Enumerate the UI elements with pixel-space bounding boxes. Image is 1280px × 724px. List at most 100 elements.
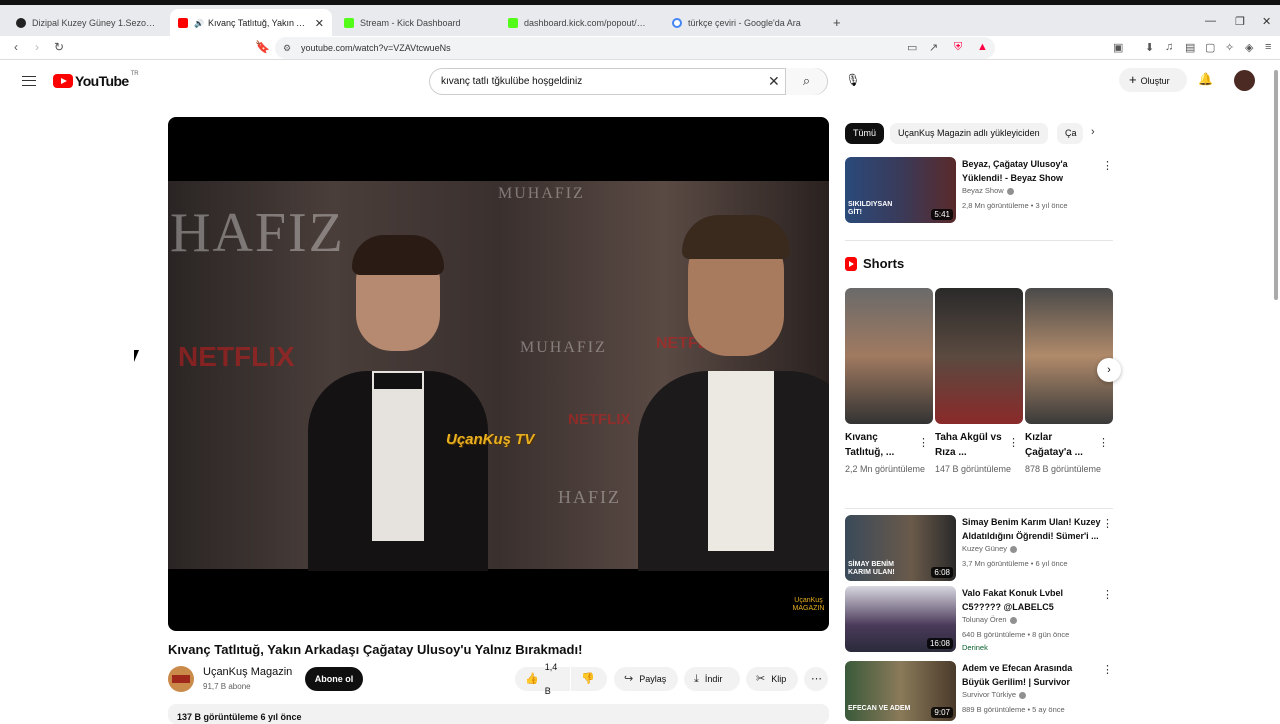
bookmark-icon[interactable]: 🔖 bbox=[255, 40, 270, 54]
browser-tab-bar: Dizipal Kuzey Güney 1.Sezon 8.Bölüm 🔊 Kı… bbox=[0, 0, 1280, 37]
thumbs-down-icon: 👎 bbox=[581, 673, 595, 685]
restore-icon[interactable]: ❐ bbox=[1235, 15, 1245, 28]
person-right bbox=[638, 201, 829, 571]
youtube-play-icon bbox=[53, 74, 73, 88]
subscribe-button[interactable]: Abone ol bbox=[305, 667, 363, 691]
related-video[interactable]: 16:08 Valo Fakat Konuk Lvbel C5????? @LA… bbox=[845, 586, 1115, 652]
site-info-icon[interactable]: ⚙ bbox=[283, 37, 291, 59]
download-icon: ⤓ bbox=[694, 673, 699, 685]
download-button[interactable]: ⤓ İndir bbox=[684, 667, 740, 691]
sidebar-toggle-icon[interactable]: ▣ bbox=[1113, 41, 1123, 54]
share-icon[interactable]: ↗ bbox=[929, 41, 938, 54]
kick-favicon-icon bbox=[344, 18, 354, 28]
channel-name[interactable]: Beyaz Show bbox=[962, 186, 1014, 195]
more-options-icon[interactable]: ⋮ bbox=[1098, 436, 1109, 449]
notifications-bell-icon[interactable]: 🔔 bbox=[1198, 72, 1213, 86]
channel-avatar[interactable] bbox=[168, 666, 194, 692]
vpn-icon[interactable]: ◈ bbox=[1245, 41, 1253, 54]
search-button[interactable]: ⌕ bbox=[785, 68, 827, 95]
channel-name[interactable]: Kuzey Güney bbox=[962, 544, 1018, 553]
wallet-icon[interactable]: ▢ bbox=[1205, 41, 1215, 54]
more-actions-button[interactable]: ⋯ bbox=[804, 667, 828, 691]
chevron-right-icon[interactable]: › bbox=[1091, 126, 1095, 138]
new-tab-icon[interactable]: + bbox=[833, 15, 841, 30]
browser-tab-active[interactable]: 🔊 Kıvanç Tatlıtuğ, Yakın Arkadaşı ✕ bbox=[170, 9, 332, 37]
video-thumbnail[interactable]: 16:08 bbox=[845, 586, 956, 652]
browser-tab[interactable]: Dizipal Kuzey Güney 1.Sezon 8.Bölüm bbox=[8, 9, 166, 37]
video-thumbnail[interactable]: SİMAY BENİM KARIM ULAN! 6:08 bbox=[845, 515, 956, 581]
account-avatar[interactable] bbox=[1234, 70, 1255, 91]
divider bbox=[845, 240, 1113, 241]
search-input[interactable]: kıvanç tatlı tğkulübe hoşgeldiniz ✕ ⌕ bbox=[429, 68, 828, 95]
minimize-icon[interactable]: — bbox=[1205, 15, 1216, 27]
related-video[interactable]: SİMAY BENİM KARIM ULAN! 6:08 Simay Benim… bbox=[845, 515, 1115, 581]
address-bar-row: ‹ › ↻ 🔖 ⚙ youtube.com/watch?v=VZAVtcwueN… bbox=[0, 36, 1280, 60]
site-favicon-icon bbox=[16, 18, 26, 28]
downloads-icon[interactable]: ⬇ bbox=[1145, 41, 1154, 54]
window-close-icon[interactable]: ✕ bbox=[1262, 15, 1271, 28]
shorts-logo-icon bbox=[845, 256, 857, 271]
clear-search-icon[interactable]: ✕ bbox=[768, 69, 780, 94]
shorts-next-icon[interactable]: › bbox=[1097, 358, 1121, 382]
backdrop-text: NETFLIX bbox=[568, 411, 631, 428]
channel-name[interactable]: Tolunay Ören bbox=[962, 615, 1017, 624]
browser-tab[interactable]: dashboard.kick.com/popout/QuizaRi bbox=[500, 9, 660, 37]
plus-icon: + bbox=[1129, 72, 1137, 87]
youtube-logo[interactable]: YouTube TR bbox=[53, 71, 139, 89]
verified-icon bbox=[1009, 616, 1017, 624]
speaker-icon: 🔊 bbox=[194, 18, 204, 28]
rewards-icon[interactable]: ▲ bbox=[977, 41, 988, 53]
forward-icon[interactable]: › bbox=[35, 40, 39, 54]
ai-icon[interactable]: ✧ bbox=[1225, 41, 1234, 54]
more-options-icon[interactable]: ⋮ bbox=[1102, 517, 1113, 530]
video-player[interactable]: HAFIZ MUHAFIZ NETFLIX NETFLIX MUHAFIZ HA… bbox=[168, 117, 829, 631]
url-field[interactable]: ⚙ youtube.com/watch?v=VZAVtcwueNs bbox=[275, 37, 995, 59]
like-button[interactable]: 👍 1,4 B bbox=[515, 662, 570, 696]
google-favicon-icon bbox=[672, 18, 682, 28]
reader-icon[interactable]: ▤ bbox=[1185, 41, 1195, 54]
page-scrollbar[interactable] bbox=[1274, 70, 1278, 300]
shorts-item[interactable]: Kıvanç Tatlıtuğ, ... 2,2 Mn görüntüleme … bbox=[845, 288, 933, 477]
related-video[interactable]: EFECAN VE ADEM 9:07 Adem ve Efecan Arası… bbox=[845, 661, 1115, 721]
clip-button[interactable]: ✂ Klip bbox=[746, 667, 798, 691]
description-box[interactable]: 137 B görüntüleme 6 yıl önce bbox=[168, 704, 829, 724]
divider bbox=[845, 508, 1113, 509]
channel-name[interactable]: Survivor Türkiye bbox=[962, 690, 1027, 699]
close-tab-icon[interactable]: ✕ bbox=[315, 17, 324, 30]
menu-icon[interactable]: ≡ bbox=[1265, 41, 1271, 53]
short-thumbnail[interactable] bbox=[935, 288, 1023, 424]
hamburger-menu-icon[interactable] bbox=[22, 76, 36, 86]
mouse-cursor-icon bbox=[134, 350, 139, 362]
browser-tab[interactable]: türkçe çeviri - Google'da Ara bbox=[664, 9, 824, 37]
more-options-icon[interactable]: ⋮ bbox=[1102, 159, 1113, 172]
chip-more[interactable]: Ça bbox=[1057, 123, 1083, 144]
chip-all[interactable]: Tümü bbox=[845, 123, 885, 144]
more-options-icon[interactable]: ⋮ bbox=[918, 436, 929, 449]
cast-icon[interactable]: ▭ bbox=[907, 41, 917, 54]
shorts-item[interactable]: Taha Akgül vs Rıza ... 147 B görüntüleme… bbox=[935, 288, 1023, 477]
music-icon[interactable]: ♫ bbox=[1165, 41, 1173, 53]
related-video[interactable]: SIKILDIYSAN GİT! 5:41 Beyaz, Çağatay Ulu… bbox=[845, 157, 1115, 223]
channel-name[interactable]: UçanKuş Magazin bbox=[203, 666, 292, 678]
reload-icon[interactable]: ↻ bbox=[54, 40, 64, 54]
more-options-icon[interactable]: ⋮ bbox=[1008, 436, 1019, 449]
back-icon[interactable]: ‹ bbox=[14, 40, 18, 54]
subscriber-count: 91,7 B abone bbox=[203, 682, 251, 691]
more-options-icon[interactable]: ⋮ bbox=[1102, 588, 1113, 601]
more-options-icon[interactable]: ⋮ bbox=[1102, 663, 1113, 676]
share-button[interactable]: ↪ Paylaş bbox=[614, 667, 678, 691]
video-title: Kıvanç Tatlıtuğ, Yakın Arkadaşı Çağatay … bbox=[168, 642, 583, 657]
brave-shield-icon[interactable]: ⛨ bbox=[954, 41, 962, 54]
voice-search-icon[interactable]: 🎙 bbox=[841, 68, 865, 92]
video-thumbnail[interactable]: SIKILDIYSAN GİT! 5:41 bbox=[845, 157, 956, 223]
short-thumbnail[interactable] bbox=[1025, 288, 1113, 424]
create-button[interactable]: + Oluştur bbox=[1119, 68, 1187, 92]
member-tag: Derinek bbox=[962, 643, 988, 652]
shorts-item[interactable]: Kızlar Çağatay'a ... 878 B görüntüleme ⋮ bbox=[1025, 288, 1113, 477]
more-icon: ⋯ bbox=[811, 673, 822, 685]
video-thumbnail[interactable]: EFECAN VE ADEM 9:07 bbox=[845, 661, 956, 721]
chip-uploader[interactable]: UçanKuş Magazin adlı yükleyiciden bbox=[890, 123, 1048, 144]
browser-tab[interactable]: Stream - Kick Dashboard bbox=[336, 9, 496, 37]
dislike-button[interactable]: 👎 bbox=[571, 667, 607, 691]
short-thumbnail[interactable] bbox=[845, 288, 933, 424]
